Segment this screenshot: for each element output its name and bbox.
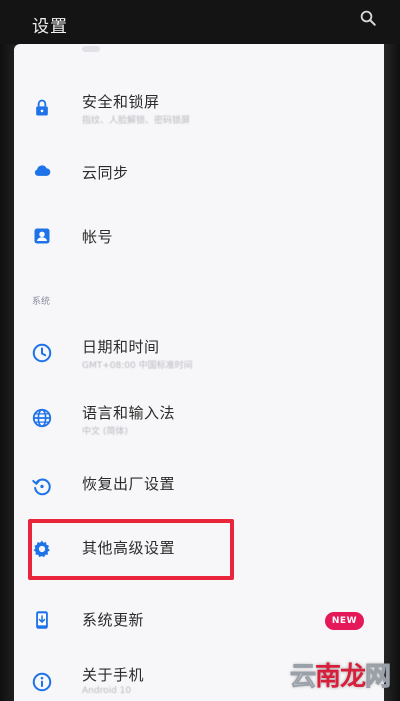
- settings-item-label: 日期和时间: [82, 338, 160, 356]
- watermark-char: 网: [364, 662, 391, 693]
- cloud-icon: [30, 158, 54, 182]
- settings-item-label: 安全和锁屏: [82, 93, 160, 111]
- settings-item-label: 关于手机: [82, 666, 145, 684]
- settings-item-subtitle: 指纹、人脸解锁、密码锁屏: [82, 116, 191, 126]
- settings-item-label: 系统更新: [82, 611, 145, 629]
- search-button[interactable]: [354, 4, 382, 32]
- watermark-char: 云: [289, 662, 316, 693]
- page-title: 设置: [32, 17, 68, 37]
- settings-item-label: 帐号: [82, 228, 114, 246]
- settings-list: 安全和锁屏 指纹、人脸解锁、密码锁屏 云同步 帐号 系统 日期和时间 GMT+0…: [14, 44, 384, 701]
- settings-item-label: 语言和输入法: [82, 404, 176, 422]
- info-icon: [30, 670, 54, 694]
- partial-item-above: [82, 46, 100, 52]
- settings-item-label: 云同步: [82, 164, 129, 182]
- phone-screen: 设置 安全和锁屏 指纹、人脸解锁、密码锁屏 云同步 帐号 系统 日期和时间 GM…: [0, 0, 400, 701]
- settings-item-label: 恢复出厂设置: [82, 475, 176, 493]
- settings-item-reset[interactable]: 恢复出厂设置: [14, 458, 384, 524]
- app-bar: 设置: [0, 0, 400, 44]
- settings-item-subtitle: GMT+08:00 中国标准时间: [82, 361, 193, 371]
- globe-icon: [30, 406, 54, 430]
- right-bezel: [384, 44, 400, 701]
- settings-item-update[interactable]: 系统更新 NEW: [14, 590, 384, 656]
- restore-icon: [30, 474, 54, 498]
- lock-icon: [30, 96, 54, 120]
- clock-icon: [30, 341, 54, 365]
- section-header-system: 系统: [32, 297, 51, 307]
- settings-item-datetime[interactable]: 日期和时间 GMT+08:00 中国标准时间: [14, 324, 384, 390]
- settings-item-subtitle: 中文 (简体): [82, 427, 128, 437]
- settings-item-account[interactable]: 帐号: [14, 204, 384, 270]
- settings-item-cloud[interactable]: 云同步: [14, 138, 384, 204]
- highlight-annotation-box: [28, 519, 234, 580]
- settings-item-language[interactable]: 语言和输入法 中文 (简体): [14, 396, 384, 462]
- watermark: 云南龙网: [289, 656, 391, 693]
- watermark-char: 龙: [339, 662, 366, 692]
- phone-update-icon: [30, 608, 54, 632]
- left-bezel: [0, 44, 14, 701]
- account-icon: [30, 224, 54, 248]
- settings-item-subtitle: Android 10: [82, 686, 132, 696]
- watermark-char: 南: [314, 662, 341, 692]
- new-badge: NEW: [324, 612, 364, 630]
- search-icon: [360, 10, 376, 26]
